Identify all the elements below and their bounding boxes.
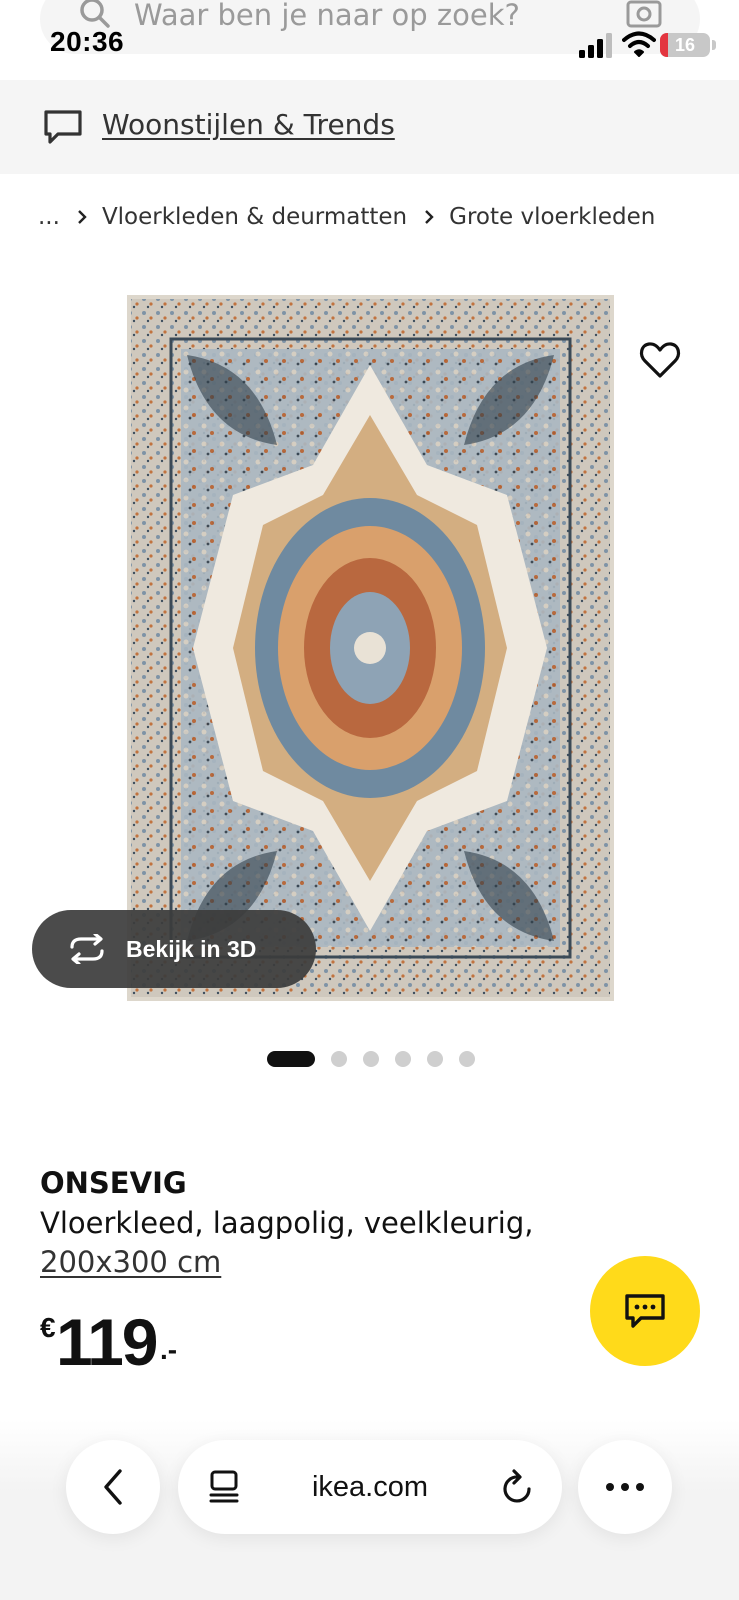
back-button[interactable] — [66, 1440, 160, 1534]
battery-icon: 16 — [660, 33, 710, 57]
battery-nub — [712, 40, 716, 50]
view-3d-button[interactable]: Bekijk in 3D — [32, 910, 316, 988]
camera-icon[interactable] — [624, 0, 664, 32]
heart-icon[interactable] — [636, 336, 684, 384]
product-name: ONSEVIG — [40, 1166, 187, 1200]
product-image-gallery[interactable]: Bekijk in 3D — [0, 250, 739, 1030]
carousel-dot[interactable] — [331, 1051, 347, 1067]
status-time: 20:36 — [50, 26, 125, 57]
chevron-left-icon — [104, 1469, 122, 1505]
reload-icon[interactable] — [500, 1468, 536, 1506]
chevron-right-icon — [78, 210, 87, 224]
product-description: Vloerkleed, laagpolig, veelkleurig, — [40, 1206, 534, 1240]
price-currency: € — [40, 1312, 56, 1343]
breadcrumb-item-large-rugs[interactable]: Grote vloerkleden — [449, 204, 655, 230]
address-bar[interactable]: ikea.com — [178, 1440, 562, 1534]
view-3d-label: Bekijk in 3D — [126, 935, 257, 962]
carousel-dot[interactable] — [395, 1051, 411, 1067]
breadcrumb-item-ellipsis[interactable]: ... — [38, 204, 60, 230]
signal-icon — [579, 33, 612, 58]
price-suffix: .- — [160, 1334, 178, 1365]
inspiration-link[interactable]: Woonstijlen & Trends — [102, 108, 395, 141]
breadcrumb: ... Vloerkleden & deurmatten Grote vloer… — [38, 200, 655, 234]
chat-outline-icon — [44, 110, 82, 144]
rotate-3d-icon — [70, 934, 104, 964]
carousel-dot[interactable] — [459, 1051, 475, 1067]
inspiration-strip: Woonstijlen & Trends — [0, 80, 739, 174]
carousel-dot[interactable] — [363, 1051, 379, 1067]
price-amount: 119 — [56, 1305, 158, 1379]
product-image — [127, 295, 614, 1001]
carousel-dot[interactable] — [427, 1051, 443, 1067]
carousel-indicator[interactable] — [267, 1051, 491, 1067]
carousel-dot[interactable] — [267, 1051, 315, 1067]
more-button[interactable] — [578, 1440, 672, 1534]
search-input[interactable]: Waar ben je naar op zoek? — [134, 0, 520, 32]
chat-bubble-icon — [625, 1294, 665, 1328]
chevron-right-icon — [425, 210, 434, 224]
chat-button[interactable] — [590, 1256, 700, 1366]
product-size-link[interactable]: 200x300 cm — [40, 1245, 221, 1279]
wifi-icon — [622, 31, 656, 57]
breadcrumb-item-rugs-doormats[interactable]: Vloerkleden & deurmatten — [102, 204, 407, 230]
battery-level: 16 — [674, 35, 696, 55]
browser-toolbar: ikea.com — [0, 1420, 739, 1600]
more-icon — [606, 1483, 644, 1491]
